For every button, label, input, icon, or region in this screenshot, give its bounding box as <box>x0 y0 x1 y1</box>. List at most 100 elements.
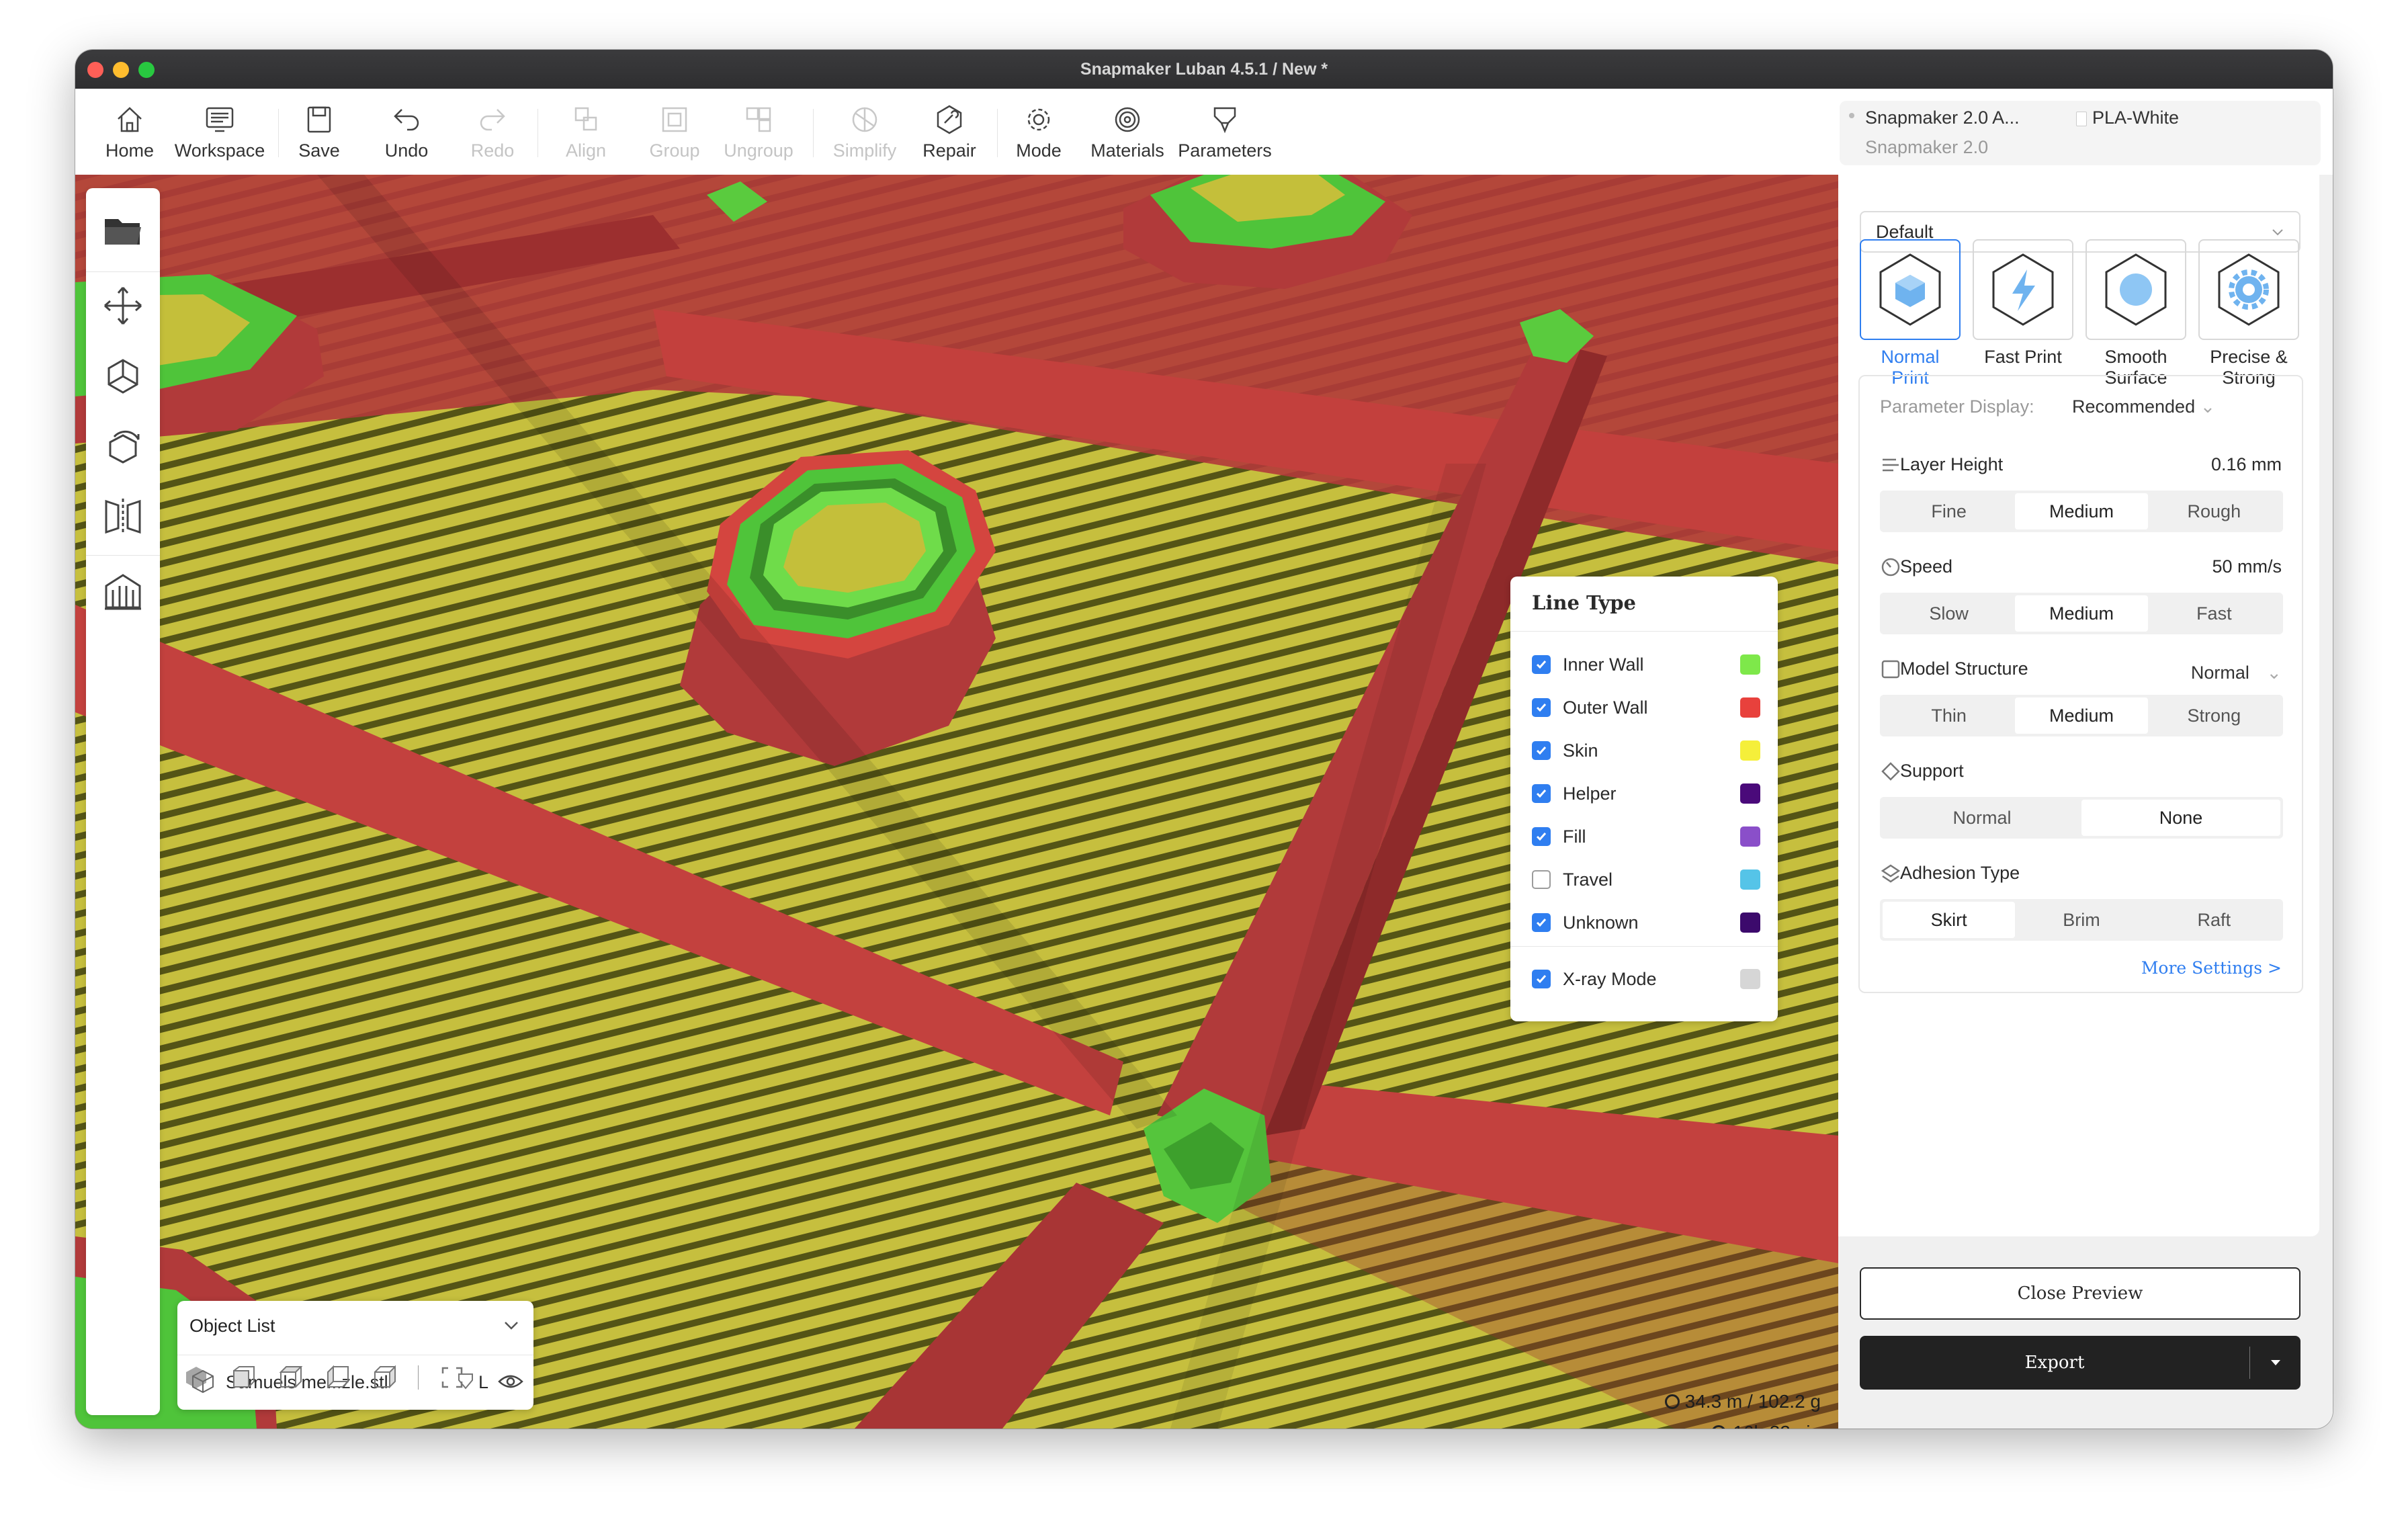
export-options-button[interactable] <box>2250 1336 2300 1390</box>
close-window-button[interactable] <box>87 62 103 78</box>
app-window: Snapmaker Luban 4.5.1 / New * Home Works… <box>75 50 2333 1429</box>
workspace-button[interactable]: Workspace <box>169 89 270 175</box>
maximize-window-button[interactable] <box>138 62 155 78</box>
normal-print-icon <box>1879 253 1941 326</box>
collapse-object-list-button[interactable] <box>501 1316 521 1336</box>
material-name: PLA-White <box>2092 108 2180 128</box>
redo-icon <box>480 108 505 130</box>
legend-checkbox[interactable] <box>1532 913 1551 932</box>
legend-item[interactable]: Travel <box>1532 863 1760 896</box>
material-color-swatch <box>2076 112 2087 126</box>
preset-precise-strong[interactable]: Precise & Strong <box>2198 239 2299 388</box>
support-none[interactable]: None <box>2081 800 2280 836</box>
legend-item[interactable]: Helper <box>1532 777 1760 810</box>
isometric-view-icon[interactable] <box>183 1364 210 1391</box>
preview-viewport[interactable]: Line Type Inner Wall Outer Wall Skin Helper… <box>75 175 1838 1429</box>
top-view-icon[interactable] <box>277 1364 304 1391</box>
support-icon <box>1881 762 1900 781</box>
preset-normal-print[interactable]: Normal Print <box>1860 239 1961 388</box>
structure-thin[interactable]: Thin <box>1883 697 2015 734</box>
left-view-icon[interactable] <box>324 1364 351 1391</box>
right-view-icon[interactable] <box>371 1364 398 1391</box>
legend-item[interactable]: Skin <box>1532 734 1760 767</box>
home-button[interactable]: Home <box>94 89 165 175</box>
front-view-icon[interactable] <box>230 1364 257 1391</box>
spool-icon <box>1115 107 1140 132</box>
more-settings-link[interactable]: More Settings > <box>2141 958 2282 978</box>
simplify-button[interactable]: Simplify <box>821 89 908 175</box>
print-settings-card: Default Normal Print Fast Print Smooth S… <box>1838 175 2319 1236</box>
legend-item[interactable]: X-ray Mode <box>1532 962 1760 996</box>
machine-name: Snapmaker 2.0 A... <box>1865 108 2020 128</box>
parameter-display-select[interactable]: Recommended ⌄ <box>2072 396 2215 417</box>
ungroup-icon <box>746 107 771 132</box>
group-button[interactable]: Group <box>634 89 715 175</box>
repair-button[interactable]: Repair <box>912 89 986 175</box>
legend-item[interactable]: Inner Wall <box>1532 648 1760 681</box>
legend-checkbox[interactable] <box>1532 784 1551 803</box>
support-icon <box>105 574 141 610</box>
legend-color-swatch <box>1740 783 1760 804</box>
fit-view-icon[interactable] <box>439 1364 466 1391</box>
legend-item[interactable]: Unknown <box>1532 906 1760 939</box>
legend-title: Line Type <box>1510 577 1778 632</box>
model-structure-select[interactable]: Normal ⌄ <box>2191 663 2282 683</box>
adhesion-brim[interactable]: Brim <box>2015 902 2147 938</box>
legend-checkbox[interactable] <box>1532 970 1551 988</box>
undo-button[interactable]: Undo <box>376 89 437 175</box>
legend-item-label: X-ray Mode <box>1563 968 1657 989</box>
rotate-tool-button[interactable] <box>99 425 146 472</box>
layer-height-fine[interactable]: Fine <box>1883 493 2015 529</box>
structure-medium[interactable]: Medium <box>2015 697 2148 734</box>
support-normal[interactable]: Normal <box>1883 800 2081 836</box>
preset-fast-print[interactable]: Fast Print <box>1973 239 2073 368</box>
speed-medium[interactable]: Medium <box>2015 595 2148 632</box>
materials-button[interactable]: Materials <box>1080 89 1174 175</box>
workspace-icon <box>206 107 234 132</box>
scale-tool-button[interactable] <box>99 353 146 400</box>
close-preview-button[interactable]: Close Preview <box>1860 1267 2300 1320</box>
legend-checkbox[interactable] <box>1532 827 1551 846</box>
preset-smooth-surface[interactable]: Smooth Surface <box>2086 239 2186 388</box>
adhesion-raft[interactable]: Raft <box>2148 902 2280 938</box>
legend-color-swatch <box>1740 969 1760 989</box>
folder-icon <box>105 219 141 245</box>
adhesion-icon <box>1881 864 1901 883</box>
ungroup-button[interactable]: Ungroup <box>715 89 802 175</box>
open-file-button[interactable] <box>99 208 146 255</box>
minimize-window-button[interactable] <box>113 62 129 78</box>
legend-checkbox[interactable] <box>1532 698 1551 717</box>
legend-color-swatch <box>1740 869 1760 890</box>
move-tool-button[interactable] <box>99 282 146 329</box>
structure-strong[interactable]: Strong <box>2148 697 2280 734</box>
layer-height-medium[interactable]: Medium <box>2015 493 2148 529</box>
export-button[interactable]: Export <box>1860 1336 2300 1390</box>
visibility-eye-icon[interactable] <box>497 1368 524 1395</box>
chevron-down-icon: ⌄ <box>2200 396 2216 417</box>
legend-item[interactable]: Fill <box>1532 820 1760 853</box>
legend-item[interactable]: Outer Wall <box>1532 691 1760 724</box>
speed-fast[interactable]: Fast <box>2148 595 2280 632</box>
line-type-legend: Line Type Inner Wall Outer Wall Skin Helper… <box>1510 577 1778 1021</box>
support-tool-button[interactable] <box>99 568 146 616</box>
redo-button[interactable]: Redo <box>462 89 523 175</box>
parameters-button[interactable]: Parameters <box>1174 89 1275 175</box>
save-button[interactable]: Save <box>289 89 349 175</box>
chevron-down-icon <box>2272 229 2283 236</box>
speed-slow[interactable]: Slow <box>1883 595 2015 632</box>
legend-checkbox[interactable] <box>1532 870 1551 889</box>
mirror-tool-button[interactable] <box>99 493 146 540</box>
legend-item-label: Travel <box>1563 869 1613 890</box>
legend-color-swatch <box>1740 654 1760 675</box>
align-button[interactable]: Align <box>546 89 626 175</box>
layer-height-rough[interactable]: Rough <box>2148 493 2280 529</box>
adhesion-segmented: Skirt Brim Raft <box>1880 899 2283 941</box>
print-settings-panel: Default Normal Print Fast Print Smooth S… <box>1838 175 2333 1429</box>
legend-checkbox[interactable] <box>1532 741 1551 760</box>
legend-checkbox[interactable] <box>1532 655 1551 674</box>
adhesion-skirt[interactable]: Skirt <box>1883 902 2016 938</box>
support-segmented: Normal None <box>1880 797 2283 839</box>
mode-button[interactable]: Mode <box>1005 89 1072 175</box>
machine-selector[interactable]: Snapmaker 2.0 A... Snapmaker 2.0 PLA-Whi… <box>1840 101 2321 165</box>
legend-item-label: Fill <box>1563 826 1586 847</box>
